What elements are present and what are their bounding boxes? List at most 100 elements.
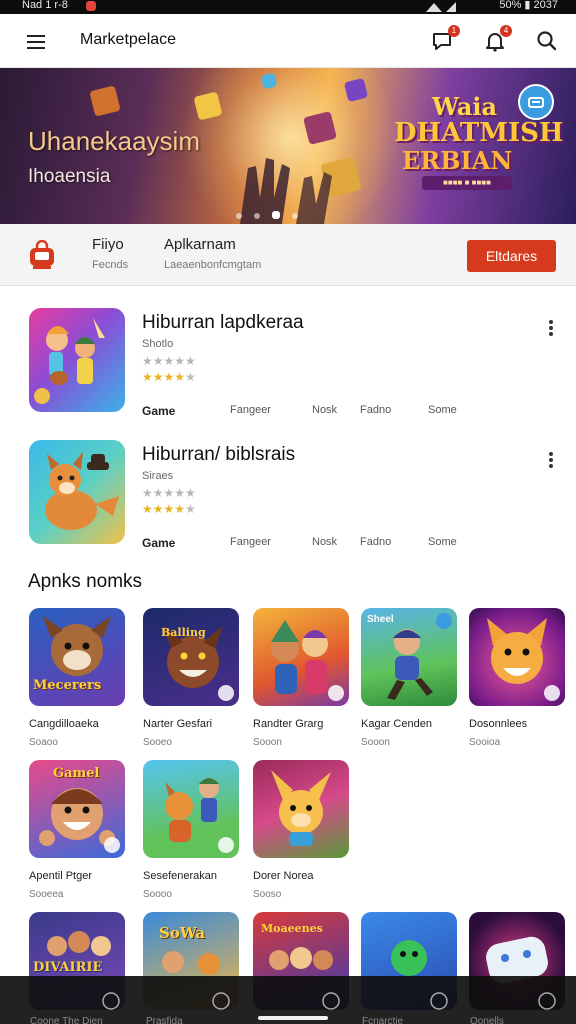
featured-app-rating: ★★★★★ [142,502,196,516]
notification-dot-icon [86,1,96,11]
carousel-indicator[interactable] [236,206,310,219]
menu-icon [27,35,45,37]
nav-item-icon[interactable] [100,990,122,1012]
app-tile[interactable]: Gamel Apentil Ptger Sooeea [29,760,129,900]
featured-app-tags: Game Fangeer Nosk Fadno Some [142,404,562,420]
app-tile-sub: Sooso [253,889,282,900]
cartoon-dog-artwork [45,452,119,530]
app-tile[interactable]: Sesefenerakan Soooo [143,760,243,900]
tag-item[interactable]: Fadno [360,404,391,416]
app-tile-name: Dorer Norea [253,870,314,882]
tag-item[interactable]: Some [428,536,457,548]
app-tile-art-text: Moaeenes [261,922,323,935]
featured-app-thumbnail[interactable] [29,308,125,412]
info-item-primary-sub: Fecnds [92,259,129,271]
status-battery-time: 50% ▮ 2037 [499,0,558,11]
banner-title: Uhanekaaysim [28,126,200,156]
tag-item[interactable]: Nosk [312,404,337,416]
more-options-icon[interactable] [544,318,558,340]
info-item-primary-label: Fiiyo [92,236,124,253]
carousel-dot[interactable] [292,213,298,219]
app-tile-art[interactable] [469,608,565,706]
menu-icon-line [27,47,45,49]
tag-item[interactable]: Fangeer [230,536,271,548]
bottom-navigation-bar: Coone The Dien Prasfida Fcnarctie Oonell… [0,976,576,1024]
info-action-button[interactable]: Eltdares [467,240,556,272]
carousel-dot[interactable] [254,213,260,219]
logo-line-2: DHATMISH [394,118,564,148]
info-item-primary[interactable]: Fiiyo Fecnds [92,236,128,271]
app-tile-art[interactable] [253,608,349,706]
logo-line-1: Waia [432,92,498,121]
nav-caption[interactable]: Coone The Dien [30,1016,103,1024]
app-tile[interactable]: Dosonnlees Sooioa [469,608,569,748]
tag-item[interactable]: Fadno [360,536,391,548]
nav-item-icon[interactable] [536,990,558,1012]
app-title: Marketpelace [80,31,177,48]
bunny-character-artwork [271,770,331,846]
share-button[interactable] [518,84,554,120]
store-bag-icon [30,240,54,269]
app-tile-art-text: Gamel [53,766,100,781]
promo-banner[interactable]: Uhanekaaysim Ihoaensia Waia DHATMISH ERB… [0,68,576,224]
app-tile-art[interactable]: Sheel [361,608,457,706]
notifications-badge: 4 [500,25,512,37]
app-tile[interactable]: Dorer Norea Sooso [253,760,353,900]
nav-caption[interactable]: Fcnarctie [362,1016,403,1024]
banner-decor-block [89,85,121,117]
carousel-dot-active[interactable] [272,211,280,219]
thumbnail-corner-icon [544,685,560,701]
nav-item-icon[interactable] [320,990,342,1012]
tag-item[interactable]: Some [428,404,457,416]
menu-button[interactable] [18,26,54,56]
app-tile-art[interactable] [253,760,349,858]
app-tile-art-text: Sheel [367,614,394,625]
app-tile-art[interactable] [143,760,239,858]
app-tile-sub: Soooo [143,889,172,900]
nav-caption[interactable]: Oonells [470,1016,504,1024]
app-tile-name: Sesefenerakan [143,870,217,882]
featured-app-thumbnail[interactable] [29,440,125,544]
menu-icon-line [27,41,45,43]
featured-app-sub: Shotlo [142,338,174,350]
thumbnail-corner-icon [218,685,234,701]
search-button[interactable] [532,26,562,56]
tag-item[interactable]: Fangeer [230,404,271,416]
app-tile[interactable]: Mecerers Cangdilloaeka Soaoo [29,608,129,748]
featured-app-item[interactable]: Hiburran lapdkeraa Shotlo ★★★★★ ★★★★★ Ga… [0,308,576,438]
app-tile[interactable]: Randter Grarg Sooon [253,608,353,748]
carousel-dot[interactable] [236,213,242,219]
nav-item-icon[interactable] [428,990,450,1012]
app-tile-sub: Sooon [253,737,282,748]
nav-item-icon[interactable] [210,990,232,1012]
info-item-apps-sub: Laeaenbonfcmgtam [164,259,262,271]
tag-item[interactable]: Game [142,404,175,418]
app-bar: Marketpelace 1 4 [0,14,576,68]
thumbnail-corner-icon [104,837,120,853]
featured-app-name: Hiburran/ biblsrais [142,444,296,465]
app-tile-name: Randter Grarg [253,718,324,730]
app-tile[interactable]: Sheel Kagar Cenden Sooon [361,608,461,748]
search-icon [537,31,557,51]
app-tile-art[interactable]: Gamel [29,760,125,858]
tag-item[interactable]: Nosk [312,536,337,548]
tag-item[interactable]: Game [142,536,175,550]
app-tile-art-text: Mecerers [33,678,102,693]
banner-subtitle: Ihoaensia [28,166,111,187]
featured-app-rating-faint: ★★★★★ [142,486,196,500]
app-tile-sub: Sooeo [143,737,172,748]
nav-caption[interactable]: Prasfida [146,1016,183,1024]
app-tile-art[interactable]: Mecerers [29,608,125,706]
app-tile-art[interactable]: Balling [143,608,239,706]
app-tile-name: Kagar Cenden [361,718,432,730]
app-tile[interactable]: Balling Narter Gesfari Sooeo [143,608,243,748]
app-tile-sub: Sooioa [469,737,501,748]
home-indicator[interactable] [258,1016,328,1020]
more-options-icon[interactable] [544,450,558,472]
notifications-button[interactable]: 4 [480,25,512,56]
app-tile-name: Dosonnlees [469,718,528,730]
featured-app-item[interactable]: Hiburran/ biblsrais Siraes ★★★★★ ★★★★★ G… [0,440,576,570]
thumbnail-corner-icon [436,613,452,629]
info-item-apps[interactable]: Aplkarnam Laeaenbonfcmgtam [164,236,261,271]
messages-button[interactable]: 1 [428,25,460,56]
